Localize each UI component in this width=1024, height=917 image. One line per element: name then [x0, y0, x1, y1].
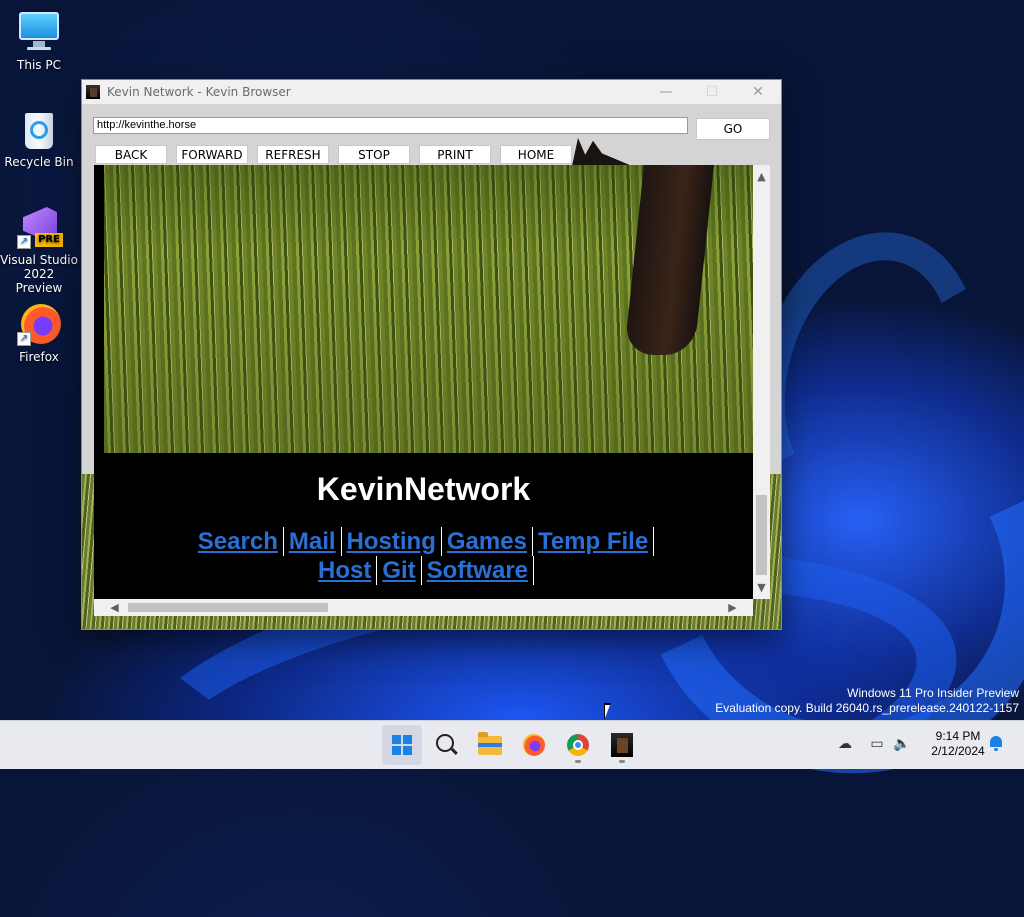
notification-bell-icon[interactable]	[988, 734, 1004, 752]
site-links: Search Mail Hosting Games Temp File Host Git So…	[94, 527, 753, 585]
go-button[interactable]: GO	[696, 118, 770, 140]
link-host[interactable]: Host	[313, 556, 378, 585]
maximize-button[interactable]: ☐	[689, 80, 735, 104]
watermark-line-1: Windows 11 Pro Insider Preview	[847, 686, 1019, 700]
windows-logo-icon	[392, 735, 412, 755]
grass-image	[104, 165, 753, 453]
link-games[interactable]: Games	[442, 527, 533, 556]
taskbar-chrome[interactable]	[558, 725, 598, 765]
link-git[interactable]: Git	[377, 556, 422, 585]
scroll-left-icon[interactable]: ◀	[106, 599, 123, 616]
browser-window: Kevin Network - Kevin Browser — ☐ ✕ GO B…	[81, 79, 782, 630]
desktop-icon-label: Firefox	[19, 350, 59, 364]
horse-leg-image	[624, 165, 714, 355]
link-mail[interactable]: Mail	[284, 527, 342, 556]
network-icon[interactable]: ▭	[868, 735, 886, 753]
horse-app-icon	[611, 733, 633, 757]
chrome-icon	[567, 734, 589, 756]
running-indicator	[575, 760, 581, 763]
print-button[interactable]: PRINT	[419, 145, 491, 164]
shortcut-arrow-icon: ↗	[17, 235, 31, 249]
home-button[interactable]: HOME	[500, 145, 572, 164]
forward-button[interactable]: FORWARD	[176, 145, 248, 164]
vertical-scrollbar[interactable]: ▲ ▼	[753, 165, 770, 599]
volume-muted-icon[interactable]: 🔈	[893, 735, 911, 753]
link-temp-file[interactable]: Temp File	[533, 527, 655, 556]
evaluation-watermark: Windows 11 Pro Insider Preview Evaluatio…	[715, 686, 1019, 716]
firefox-icon	[523, 734, 545, 756]
link-search[interactable]: Search	[193, 527, 284, 556]
taskbar: ☁ ▭ 🔈 9:14 PM 2/12/2024	[0, 720, 1024, 769]
file-explorer-icon	[478, 732, 502, 755]
desktop-icon-label: Recycle Bin	[4, 155, 74, 169]
computer-icon	[17, 10, 61, 54]
browser-client-area: GO BACK FORWARD REFRESH STOP PRINT HOME …	[82, 104, 781, 629]
recycle-bin-icon	[17, 107, 61, 151]
horizontal-scroll-thumb[interactable]	[128, 603, 328, 612]
desktop-icon-label: Visual Studio 2022 Preview	[0, 253, 78, 295]
desktop-icon-recycle-bin[interactable]: Recycle Bin	[0, 107, 78, 169]
horizontal-scrollbar[interactable]: ◀ ▶	[94, 599, 753, 616]
clock-date: 2/12/2024	[931, 744, 985, 758]
cloud-offline-icon[interactable]: ☁	[836, 735, 854, 753]
minimize-button[interactable]: —	[643, 80, 689, 104]
taskbar-firefox[interactable]	[514, 725, 554, 765]
start-button[interactable]	[382, 725, 422, 765]
firefox-icon: ↗	[17, 302, 61, 346]
web-content: KevinNetwork Search Mail Hosting Games Temp …	[94, 165, 753, 599]
scroll-right-icon[interactable]: ▶	[724, 599, 741, 616]
back-button[interactable]: BACK	[95, 145, 167, 164]
site-title: KevinNetwork	[316, 471, 531, 507]
close-button[interactable]: ✕	[735, 80, 781, 104]
link-software[interactable]: Software	[422, 556, 535, 585]
watermark-line-2: Evaluation copy. Build 26040.rs_prerelea…	[715, 701, 1019, 715]
scroll-up-icon[interactable]: ▲	[753, 168, 770, 185]
desktop-icon-firefox[interactable]: ↗ Firefox	[0, 302, 78, 364]
horse-app-icon	[86, 85, 100, 99]
taskbar-kevin-browser[interactable]	[602, 725, 642, 765]
shortcut-arrow-icon: ↗	[17, 332, 31, 346]
stop-button[interactable]: STOP	[338, 145, 410, 164]
vertical-scroll-thumb[interactable]	[756, 495, 767, 575]
window-title: Kevin Network - Kevin Browser	[107, 85, 291, 99]
system-clock[interactable]: 9:14 PM 2/12/2024	[918, 729, 998, 759]
title-bar[interactable]: Kevin Network - Kevin Browser — ☐ ✕	[82, 80, 781, 104]
taskbar-search-button[interactable]	[426, 725, 466, 765]
preview-badge: PRE	[35, 233, 63, 247]
address-bar[interactable]	[93, 117, 688, 134]
scroll-down-icon[interactable]: ▼	[753, 579, 770, 596]
link-hosting[interactable]: Hosting	[342, 527, 442, 556]
horse-ear-image	[572, 138, 632, 166]
refresh-button[interactable]: REFRESH	[257, 145, 329, 164]
running-indicator	[619, 760, 625, 763]
taskbar-file-explorer[interactable]	[470, 725, 510, 765]
search-icon	[436, 734, 454, 752]
desktop-icon-this-pc[interactable]: This PC	[0, 10, 78, 72]
desktop-icon-visual-studio[interactable]: PRE ↗ Visual Studio 2022 Preview	[0, 205, 78, 295]
desktop-icon-label: This PC	[17, 58, 61, 72]
mouse-cursor-icon	[604, 703, 611, 720]
clock-time: 9:14 PM	[935, 729, 981, 743]
visual-studio-icon: PRE ↗	[17, 205, 63, 249]
